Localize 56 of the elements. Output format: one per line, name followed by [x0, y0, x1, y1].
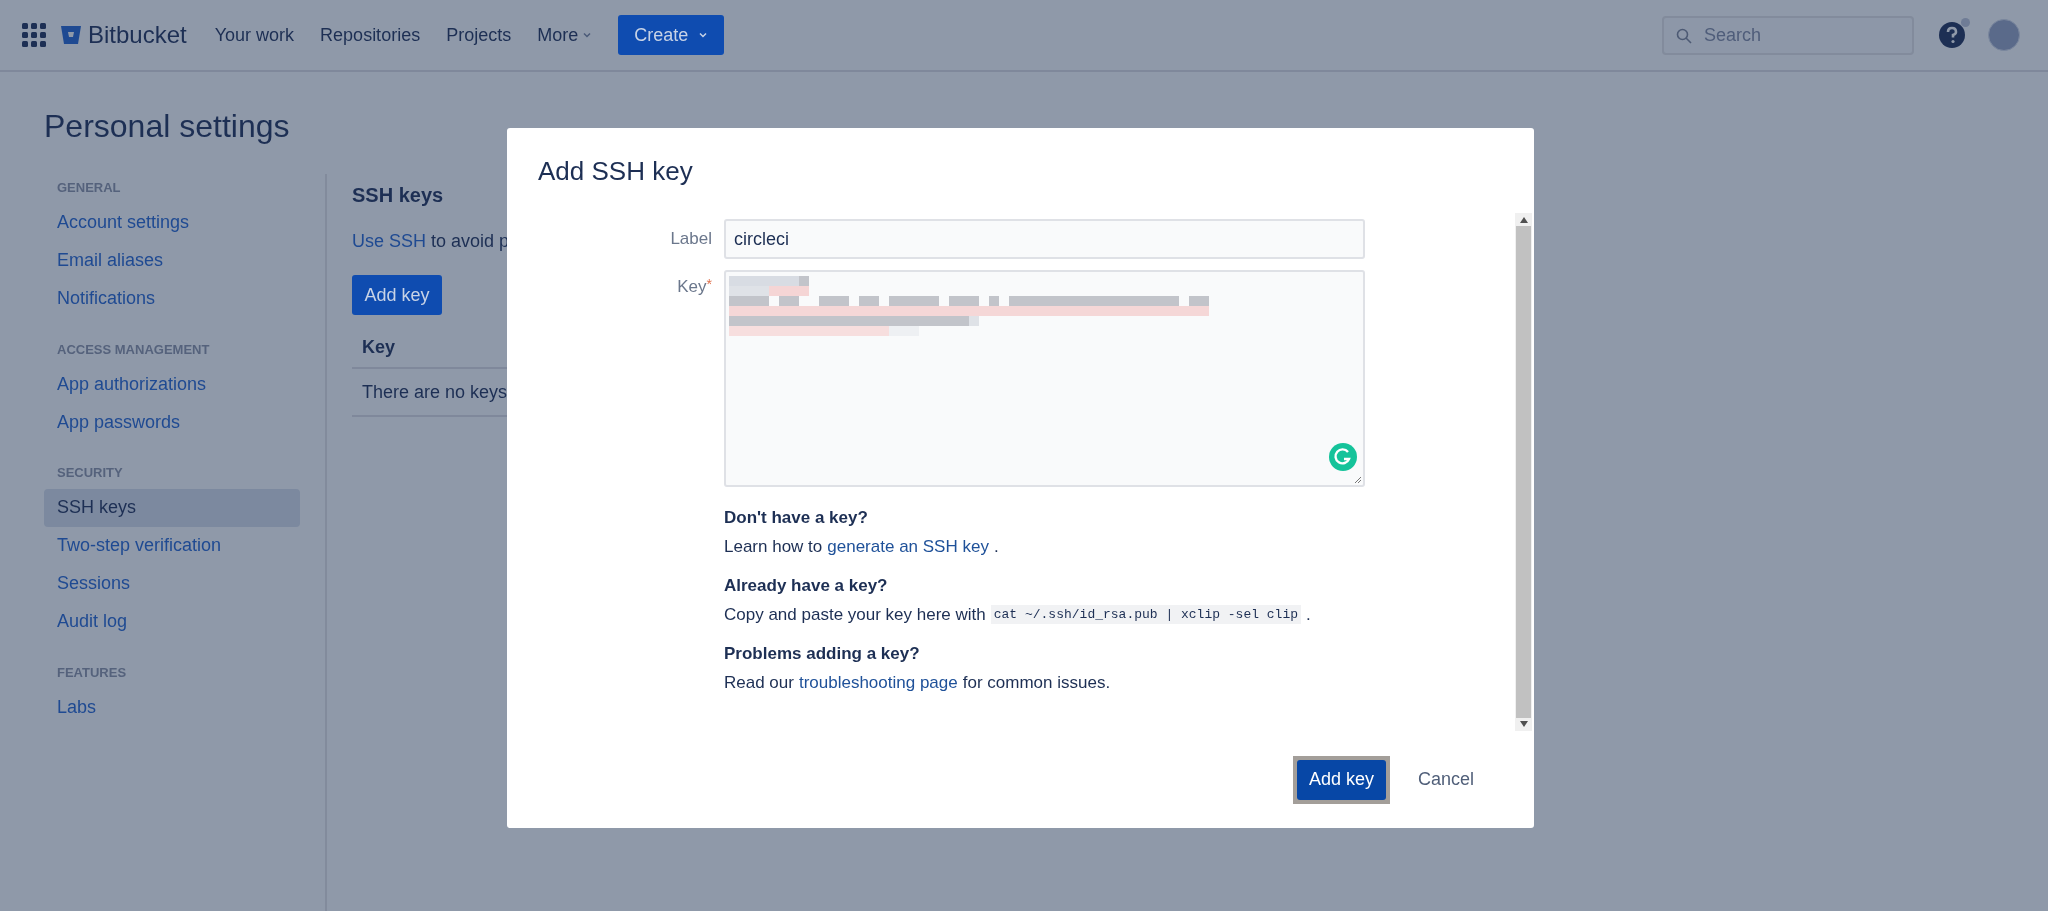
brand-name[interactable]: Bitbucket — [88, 17, 187, 53]
help-heading: Don't have a key? — [724, 507, 869, 529]
sidebar-item[interactable]: SSH keys — [44, 488, 300, 527]
grammar-check-icon[interactable] — [1329, 443, 1357, 471]
section-heading: FEATURES — [56, 663, 128, 682]
help-text: . — [993, 535, 999, 558]
sidebar-item[interactable]: Sessions — [44, 564, 300, 603]
empty-message: There are no keys — [362, 380, 507, 404]
add-key-button[interactable]: Add key — [352, 275, 442, 315]
sidebar-item[interactable]: App authorizations — [44, 365, 300, 403]
sidebar-item[interactable]: Account settings — [44, 203, 300, 242]
section-heading: ACCESS MANAGEMENT — [56, 340, 211, 359]
cancel-button[interactable]: Cancel — [1401, 759, 1490, 800]
scroll-up-icon[interactable] — [1519, 217, 1528, 223]
help-text: Read our — [724, 671, 794, 694]
help-heading: Problems adding a key? — [724, 643, 921, 665]
sidebar-item[interactable]: Email aliases — [44, 241, 300, 280]
section-heading: SECURITY — [56, 464, 124, 482]
section-heading: GENERAL — [56, 179, 122, 197]
label-input[interactable]: circleci — [724, 219, 1365, 259]
command-code: cat ~/.ssh/id_rsa.pub | xclip -sel clip — [990, 604, 1301, 624]
sidebar-item[interactable]: Labs — [44, 688, 300, 726]
nav-link[interactable]: More — [537, 21, 593, 49]
column-header: Key — [362, 335, 396, 359]
ssh-link[interactable]: Use SSH — [352, 228, 427, 255]
app-grid-icon[interactable] — [22, 23, 46, 47]
field-label: Key — [677, 276, 707, 298]
caret-icon — [582, 30, 593, 40]
scrollbar[interactable] — [1515, 213, 1532, 731]
help-text: . — [1306, 603, 1311, 626]
nav-link[interactable]: Projects — [446, 21, 512, 49]
submit-button[interactable]: Add key — [1296, 759, 1386, 800]
scroll-down-icon[interactable] — [1519, 721, 1528, 727]
help-text: for common issues. — [962, 671, 1111, 694]
nav-link[interactable]: Repositories — [320, 21, 421, 49]
help-link[interactable]: generate an SSH key — [827, 533, 989, 559]
field-label: Label — [669, 228, 712, 251]
help-link[interactable]: troubleshooting page — [798, 669, 958, 695]
required-mark: * — [706, 275, 712, 292]
nav-link[interactable]: Your work — [214, 21, 295, 49]
sidebar-item[interactable]: App passwords — [44, 403, 300, 441]
search-field[interactable]: Search — [1662, 15, 1914, 55]
dialog-title: Add SSH key — [538, 155, 694, 188]
create-button[interactable]: Create — [618, 15, 725, 55]
help-text: Learn how to — [724, 535, 823, 558]
help-heading: Already have a key? — [724, 575, 889, 597]
help-text: Copy and paste your key here with — [724, 603, 986, 626]
sidebar-item[interactable]: Notifications — [44, 279, 300, 318]
caret-icon — [698, 30, 709, 40]
section-title: SSH keys — [352, 183, 445, 208]
page-title: Personal settings — [44, 107, 291, 146]
resize-handle-icon[interactable] — [1354, 476, 1362, 484]
bucket-logo-icon — [60, 24, 82, 46]
sidebar-item[interactable]: Audit log — [44, 602, 300, 641]
help-icon[interactable] — [1938, 21, 1966, 49]
sidebar-item[interactable]: Two-step verification — [44, 526, 300, 565]
